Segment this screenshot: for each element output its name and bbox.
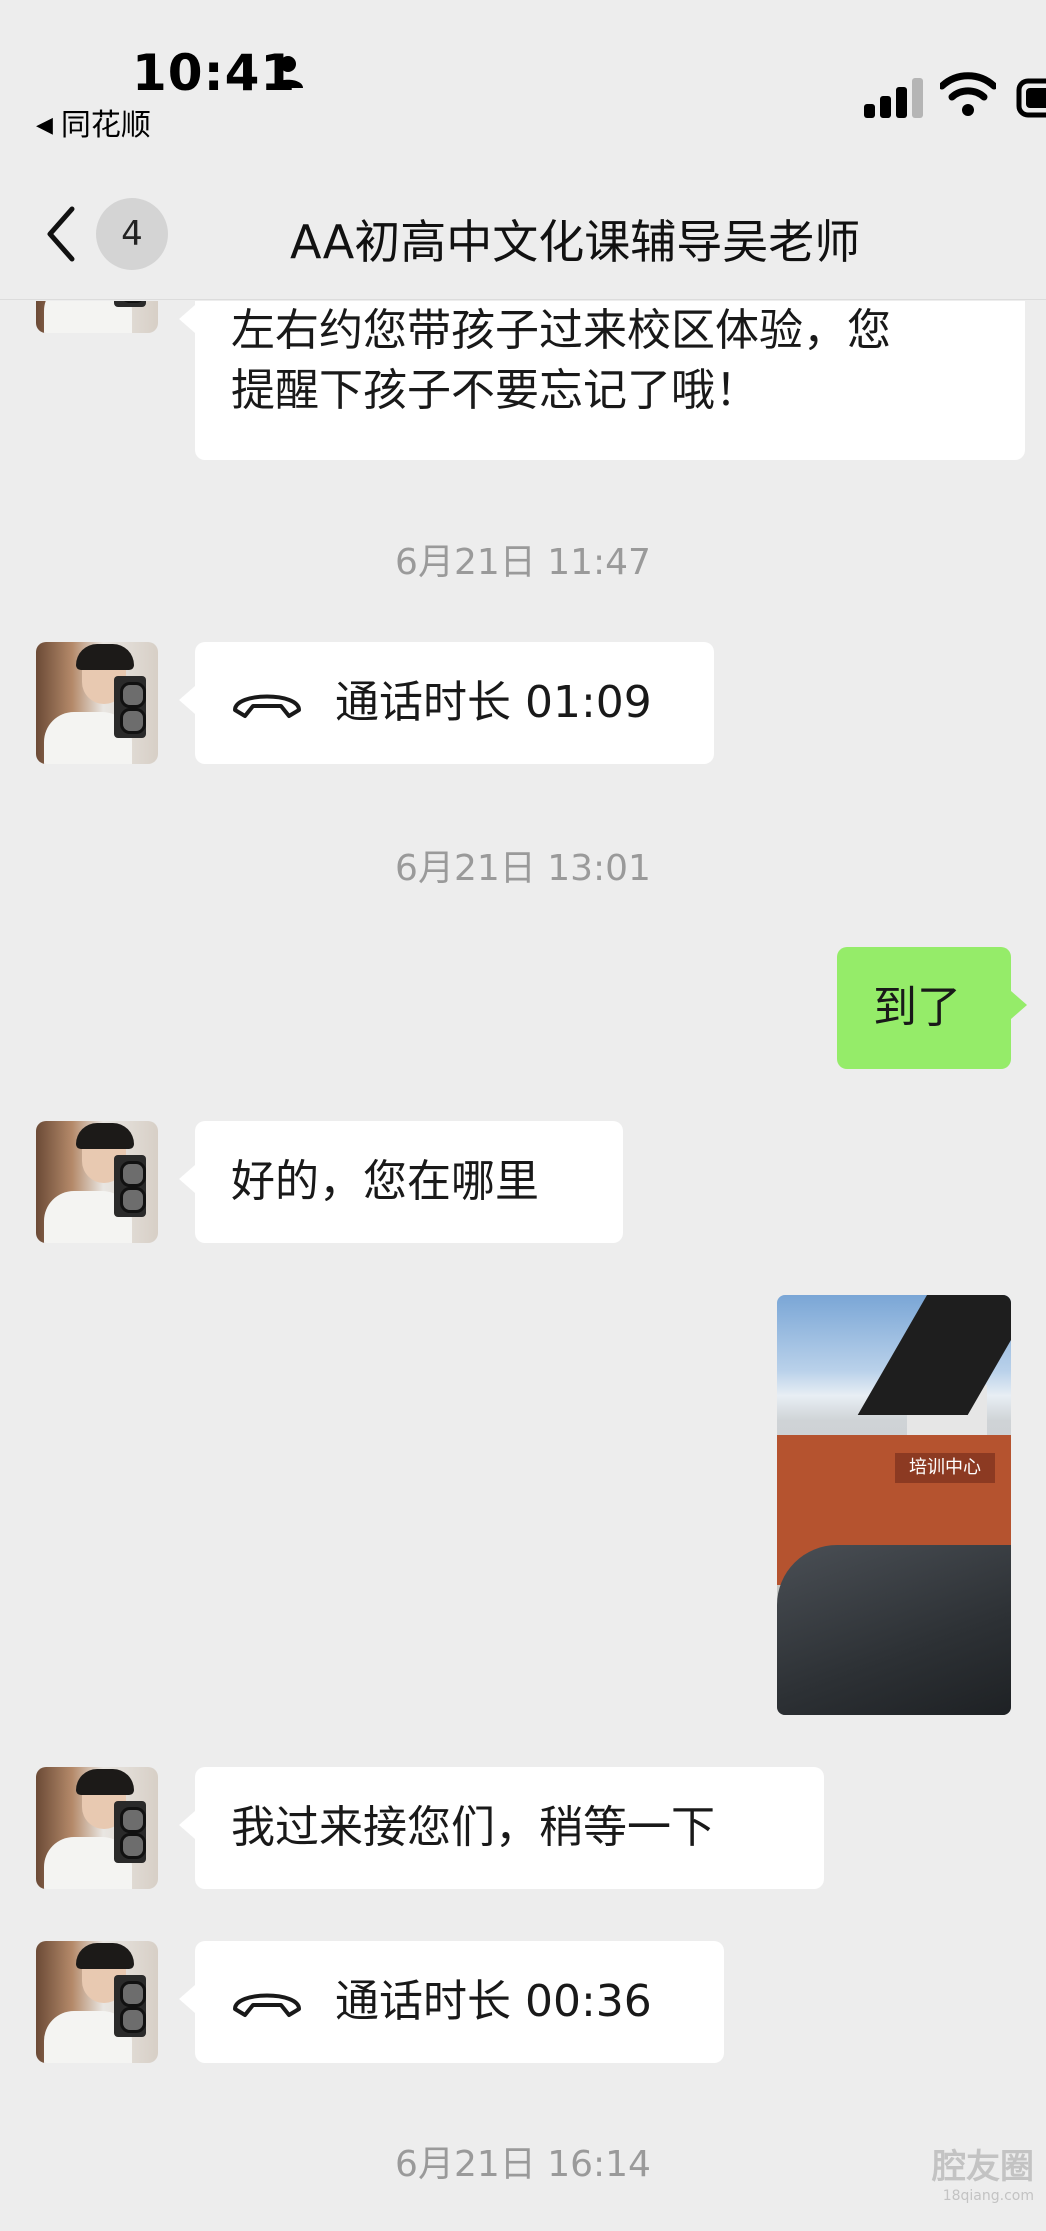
battery-icon [1016, 78, 1046, 118]
my-message-bubble[interactable]: 到了 [837, 947, 1027, 1069]
return-to-app-link[interactable]: ◀ 同花顺 [36, 100, 151, 144]
person-icon [273, 56, 303, 88]
watermark-title: 腔友圈 [932, 2147, 1034, 2187]
message-timestamp: 6月21日 16:14 [395, 2144, 651, 2185]
message-timestamp: 6月21日 11:47 [395, 542, 651, 583]
phone-hangup-icon [233, 1993, 301, 2017]
message-bubble[interactable]: 左右约您带孩子过来校区体验，您 提醒下孩子不要忘记了哦！ [179, 301, 1025, 460]
contact-avatar[interactable] [36, 642, 158, 764]
back-triangle-icon: ◀ [36, 113, 53, 138]
call-duration-label: 通话时长 00:36 [335, 1976, 652, 2027]
watermark-site: 18qiang.com [942, 2188, 1034, 2204]
message-timestamp: 6月21日 13:01 [395, 848, 651, 889]
watermark: 腔友圈 18qiang.com [932, 2139, 1034, 2204]
status-bar: 10:41 ◀ 同花顺 [0, 0, 1046, 150]
message-text: 到了 [873, 982, 961, 1033]
call-duration-label: 通话时长 01:09 [335, 677, 652, 728]
message-bubble[interactable]: 好的，您在哪里 [179, 1121, 623, 1243]
photo-sign-text: 培训中心 [895, 1453, 995, 1483]
cellular-signal-icon [864, 78, 923, 118]
contact-avatar[interactable] [36, 1767, 158, 1889]
wifi-icon [940, 72, 996, 116]
message-text-line: 提醒下孩子不要忘记了哦！ [231, 365, 759, 416]
contact-avatar[interactable] [36, 1121, 158, 1243]
voice-call-record[interactable]: 通话时长 00:36 [179, 1941, 724, 2063]
message-bubble[interactable]: 我过来接您们，稍等一下 [179, 1767, 824, 1889]
back-chevron-icon[interactable] [44, 205, 78, 263]
message-text: 我过来接您们，稍等一下 [231, 1802, 715, 1853]
voice-call-record[interactable]: 通话时长 01:09 [179, 642, 714, 764]
image-message[interactable]: 培训中心 [777, 1295, 1011, 1715]
message-text-line: 左右约您带孩子过来校区体验，您 [231, 305, 891, 356]
contact-avatar[interactable] [36, 301, 158, 333]
phone-hangup-icon [233, 694, 301, 718]
message-text: 好的，您在哪里 [231, 1156, 539, 1207]
contact-avatar[interactable] [36, 1941, 158, 2063]
return-app-label: 同花顺 [60, 108, 151, 143]
message-list[interactable]: 左右约您带孩子过来校区体验，您 提醒下孩子不要忘记了哦！ 6月21日 11:47… [0, 301, 1046, 2231]
chat-header: 4 AA初高中文化课辅导吴老师 [0, 150, 1046, 300]
unread-count-badge[interactable]: 4 [96, 198, 168, 270]
chat-title: AA初高中文化课辅导吴老师 [290, 215, 861, 269]
